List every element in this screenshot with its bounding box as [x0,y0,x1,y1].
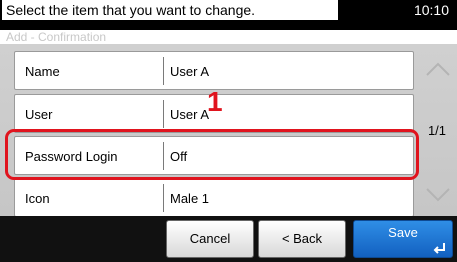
row-icon[interactable]: Icon Male 1 [14,178,414,217]
back-button[interactable]: < Back [258,220,346,258]
row-divider [163,100,164,128]
footer-bar: Cancel < Back Save [0,216,457,262]
step-number-callout: 1 [207,86,223,117]
row-value: User A [170,64,210,79]
scroll-column: 1/1 [417,46,457,216]
row-divider [163,57,164,85]
chevron-down-icon [426,188,450,202]
row-name[interactable]: Name User A [14,51,414,90]
cancel-button[interactable]: Cancel [166,220,254,258]
row-divider [163,184,164,212]
status-bar: Select the item that you want to change.… [0,0,457,44]
row-label: Icon [25,191,50,206]
chevron-up-icon [426,62,450,76]
scroll-down-button[interactable] [421,174,455,216]
enter-icon [433,243,445,254]
panel-screen: Select the item that you want to change.… [0,0,457,262]
scroll-up-button[interactable] [421,48,455,90]
save-button[interactable]: Save [353,220,453,258]
status-message: Select the item that you want to change. [2,0,338,20]
row-label: Name [25,64,60,79]
page-indicator: 1/1 [427,123,447,138]
highlight-box [5,129,419,180]
clock: 10:10 [413,2,449,18]
row-value: Male 1 [170,191,210,206]
